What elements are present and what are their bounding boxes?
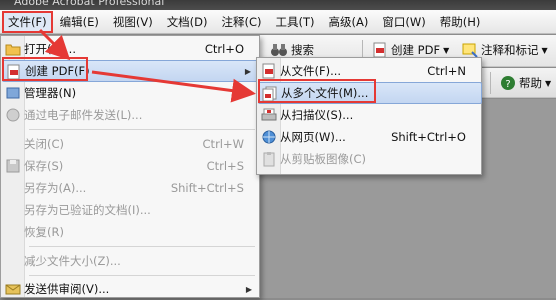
arrow-to-create-pdf (38, 28, 71, 61)
arrow-to-multiple-files (91, 70, 256, 103)
annotation-arrows (38, 28, 256, 103)
